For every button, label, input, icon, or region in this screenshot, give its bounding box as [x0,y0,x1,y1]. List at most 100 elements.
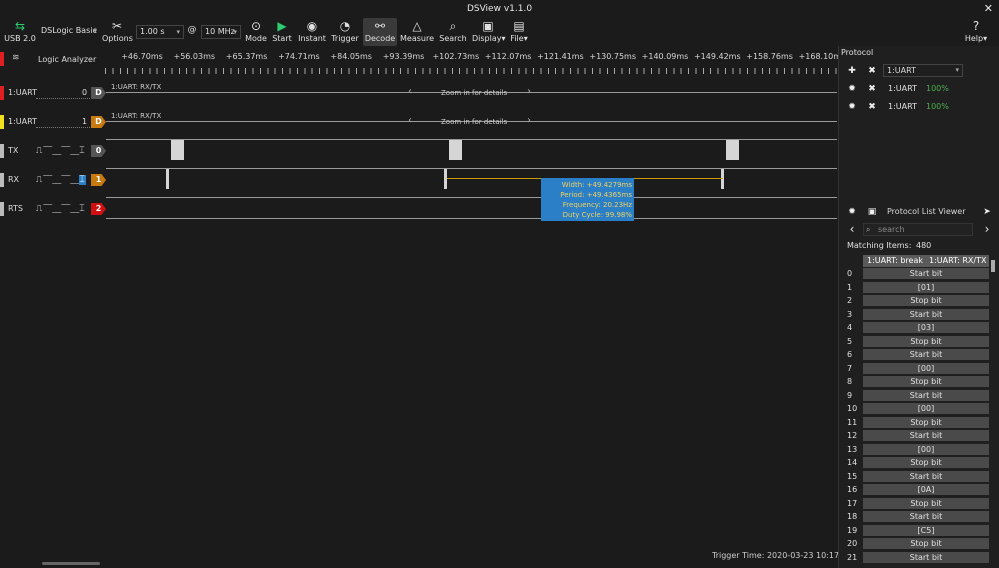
display-button[interactable]: ▣ Display▾ [472,18,506,44]
ruler-tick-label: +130.75ms [589,52,637,61]
help-icon: ? [972,19,980,33]
list-scroll-thumb[interactable] [991,260,995,272]
list-item[interactable]: 3 Start bit [839,308,989,321]
protocol-panel: Protocol ✚ ✖ 1:UART ▾ ✹ ✖ 1:UART 100% ✹ … [838,46,999,568]
signal-name: RTS [8,204,23,213]
list-item[interactable]: 15 Start bit [839,470,989,483]
protocol-select[interactable]: 1:UART ▾ [883,64,963,77]
list-scrollbar[interactable] [991,256,995,568]
list-item-value: Stop bit [863,295,989,306]
chevron-left-icon[interactable]: ‹ [845,222,859,236]
list-item[interactable]: 20 Stop bit [839,538,989,550]
list-item[interactable]: 1 [01] [839,281,989,294]
time-ruler[interactable]: +46.70ms +56.03ms +65.37ms +74.71ms +84.05ms… [105,46,845,76]
decode-button[interactable]: ⚯ Decode [363,18,397,46]
list-item[interactable]: 6 Start bit [839,349,989,361]
list-item-index: 12 [847,431,858,440]
search-button[interactable]: ⌕ Search [438,18,468,44]
list-item[interactable]: 19 [C5] [839,524,989,537]
measure-label: Measure [400,34,434,43]
search-input[interactable]: ⌕ search [863,223,973,236]
list-item[interactable]: 16 [0A] [839,484,989,496]
column-break[interactable]: 1:UART: break [867,255,923,267]
device-select[interactable]: DSLogic Basic ▾ [38,25,100,39]
signal-row-uart0[interactable]: 1:UART 0 D [0,86,106,100]
column-rxtx[interactable]: 1:UART: RX/TX [929,255,986,267]
edge-trigger-icons[interactable]: ⎍⎺⎽⎺⎽⌶ [36,146,86,156]
options-button[interactable]: ✂ Options [102,18,133,44]
edge-trigger-icons[interactable]: ⎍⎺⎽⎺⎽⌶ [36,175,86,185]
instant-button[interactable]: ◉ Instant [297,18,327,44]
measure-width: Width: +49.4279ms [561,181,632,189]
list-item[interactable]: 2 Stop bit [839,295,989,307]
matching-label: Matching Items: [847,241,912,250]
ruler-tick-label: +149.42ms [693,52,741,61]
window-title: DSView v1.1.0 [466,4,533,14]
list-item-value: [01] [863,281,989,293]
list-item-value: [00] [863,443,989,455]
list-column-header[interactable]: 1:UART: break 1:UART: RX/TX [863,255,989,267]
file-button[interactable]: ▤ File▾ [507,18,531,44]
list-item-value: [C5] [863,524,989,536]
close-icon[interactable]: ✖ [865,82,879,96]
start-button[interactable]: ▶ Start [270,18,294,44]
signal-color-bar [0,202,4,216]
list-item-index: 8 [847,377,853,386]
list-item[interactable]: 18 Start bit [839,511,989,523]
signal-index: 1 [82,117,88,126]
close-icon[interactable]: ✕ [984,3,993,14]
zoom-right-bracket: › [527,86,531,97]
display-label: Display▾ [472,34,506,43]
list-item[interactable]: 21 Start bit [839,551,989,564]
cursor-icon[interactable]: ➤ [980,205,994,219]
usb-device-button[interactable]: ⇆ USB 2.0 [4,18,36,44]
list-item-value: Start bit [863,551,989,563]
list-item[interactable]: 12 Start bit [839,430,989,442]
horizontal-scrollbar[interactable] [42,562,100,565]
signal-row-rts[interactable]: RTS ⎍⎺⎽⎺⎽⌶ 2 [0,202,106,216]
list-item[interactable]: 11 Stop bit [839,416,989,429]
list-item[interactable]: 5 Stop bit [839,335,989,348]
list-item[interactable]: 17 Stop bit [839,497,989,510]
signal-row-rx[interactable]: RX ⎍⎺⎽⎺⎽⌶ 1 [0,173,106,187]
decoder-item[interactable]: ✹ ✖ 1:UART 100% [843,82,993,96]
trigger-time: Trigger Time: 2020-03-23 10:17:52 [712,551,852,560]
list-item-value: Start bit [863,349,989,360]
list-item[interactable]: 8 Stop bit [839,376,989,388]
list-item[interactable]: 9 Start bit [839,389,989,402]
decoder-item[interactable]: ✹ ✖ 1:UART 100% [843,100,993,114]
close-icon[interactable]: ✖ [865,64,879,78]
mode-button[interactable]: ⊙ Mode [243,18,269,44]
list-item[interactable]: 4 [03] [839,322,989,334]
signal-index: 0 [82,88,88,97]
gear-icon[interactable]: ✹ [845,82,859,96]
ruler-tick-label: +84.05ms [330,52,372,61]
help-label: Help▾ [964,34,988,43]
list-item-value: Stop bit [863,497,989,509]
trigger-button[interactable]: ◔ Trigger [330,18,360,44]
ruler-tick-label: +65.37ms [225,52,268,61]
edge-trigger-icons[interactable]: ⎍⎺⎽⎺⎽⌶ [36,204,86,214]
signal-row-tx[interactable]: TX ⎍⎺⎽⎺⎽⌶ 0 [0,144,106,158]
add-icon[interactable]: ✚ [845,64,859,78]
gear-icon[interactable]: ✹ [845,205,859,219]
gear-icon[interactable]: ✹ [845,100,859,114]
signal-tag: D [91,87,106,99]
ruler-tick-label: +93.39ms [382,52,425,61]
usb-label: USB 2.0 [4,34,36,43]
list-item[interactable]: 10 [00] [839,403,989,415]
signal-row-uart1[interactable]: 1:UART 1 D [0,115,106,129]
measure-button[interactable]: △ Measure [400,18,434,44]
save-icon[interactable]: ▣ [865,205,879,219]
chevron-right-icon[interactable]: › [980,222,994,236]
ruler-tick-label: +46.70ms [121,52,163,61]
rx-trace-high [106,168,837,169]
list-item[interactable]: 13 [00] [839,443,989,456]
list-item[interactable]: 0 Start bit [839,268,989,280]
duration-select[interactable]: 1.00 s ▾ [136,25,184,39]
list-item[interactable]: 14 Stop bit [839,457,989,469]
list-item[interactable]: 7 [00] [839,362,989,375]
close-icon[interactable]: ✖ [865,100,879,114]
samplerate-select[interactable]: 10 MHz ▾ [201,25,241,39]
help-button[interactable]: ? Help▾ [962,18,990,44]
